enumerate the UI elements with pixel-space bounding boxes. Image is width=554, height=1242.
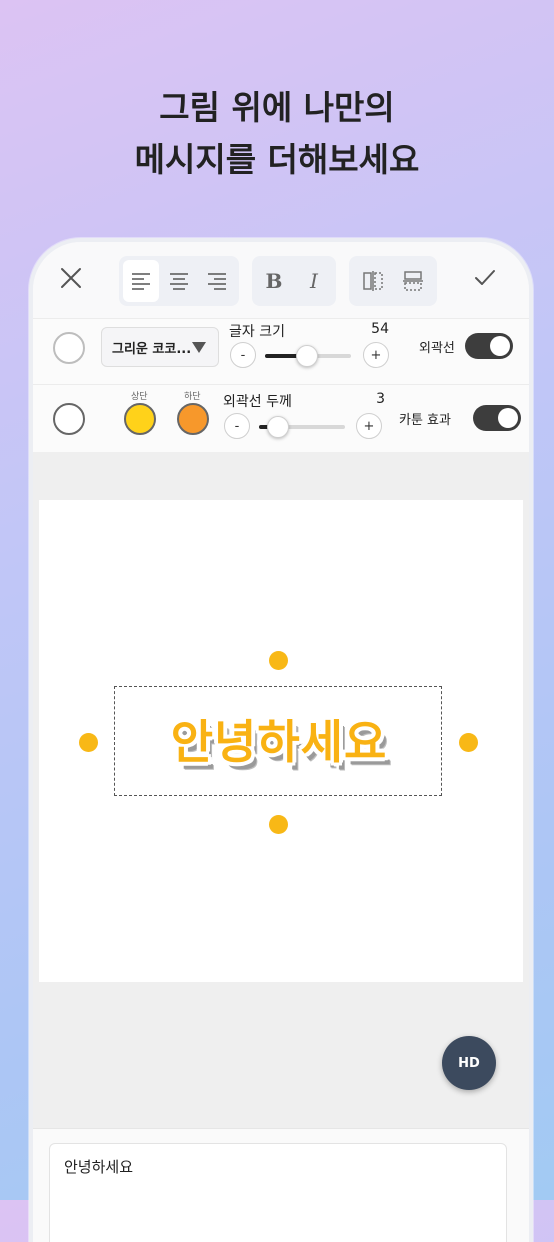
font-size-label: 글자 크기 <box>229 324 285 340</box>
text-color-swatch[interactable] <box>53 332 85 364</box>
color-settings-row: 상단 하단 외곽선 두께 3 - + 카툰 효과 <box>33 384 529 453</box>
stroke-width-increase-button[interactable]: + <box>356 413 382 439</box>
flip-horizontal-icon <box>363 271 383 291</box>
text-sticker[interactable]: 안녕하세요 <box>119 694 439 790</box>
resize-handle-left[interactable] <box>79 733 98 752</box>
plus-label: + <box>363 418 375 434</box>
close-icon <box>61 268 81 288</box>
text-style-group: B I <box>252 256 336 306</box>
check-icon <box>475 270 495 285</box>
hd-button[interactable]: HD <box>442 1036 496 1090</box>
stroke-width-label: 외곽선 두께 <box>223 394 292 410</box>
bold-label: B <box>265 269 283 293</box>
resize-handle-right[interactable] <box>459 733 478 752</box>
cartoon-effect-label: 카툰 효과 <box>399 413 451 428</box>
font-select[interactable]: 그리운 코코... <box>101 327 219 367</box>
align-left-icon <box>132 273 150 290</box>
bottom-color-swatch[interactable] <box>177 403 209 435</box>
stroke-width-slider-thumb[interactable] <box>267 416 289 438</box>
flip-group <box>349 256 437 306</box>
resize-handle-top[interactable] <box>269 651 288 670</box>
italic-label: I <box>310 269 318 293</box>
minus-label: - <box>240 347 246 363</box>
text-input-field[interactable]: 안녕하세요 <box>49 1143 507 1242</box>
align-center-icon <box>170 273 188 290</box>
alignment-group <box>119 256 239 306</box>
flip-vertical-icon <box>403 271 423 291</box>
align-left-button[interactable] <box>123 260 159 302</box>
editor-toolbar: B I <box>33 242 529 318</box>
stroke-width-decrease-button[interactable]: - <box>224 413 250 439</box>
minus-label: - <box>234 418 240 434</box>
dropdown-arrow-icon <box>192 342 206 353</box>
headline-line-2: 메시지를 더해보세요 <box>134 140 420 179</box>
align-right-icon <box>208 273 226 290</box>
headline: 그림 위에 나만의 메시지를 더해보세요 <box>0 82 554 186</box>
hd-label: HD <box>458 1055 480 1071</box>
headline-line-1: 그림 위에 나만의 <box>159 88 395 127</box>
plus-label: + <box>370 347 382 363</box>
outline-label: 외곽선 <box>419 341 455 356</box>
font-size-value: 54 <box>371 321 389 337</box>
resize-handle-bottom[interactable] <box>269 815 288 834</box>
stroke-width-value: 3 <box>376 391 385 407</box>
editor-screen: B I 그리운 코코... 글자 크기 54 - + 외곽선 상단 하단 외곽선… <box>33 242 529 1242</box>
top-color-swatch[interactable] <box>124 403 156 435</box>
flip-vertical-button[interactable] <box>395 260 431 302</box>
bold-button[interactable]: B <box>256 260 292 302</box>
text-input-value: 안녕하세요 <box>64 1158 134 1176</box>
font-select-value: 그리운 코코... <box>112 341 192 357</box>
outline-toggle-knob <box>490 336 510 356</box>
phone-frame: B I 그리운 코코... 글자 크기 54 - + 외곽선 상단 하단 외곽선… <box>29 238 533 1242</box>
font-settings-row: 그리운 코코... 글자 크기 54 - + 외곽선 <box>33 318 529 385</box>
cartoon-effect-toggle-knob <box>498 408 518 428</box>
align-center-button[interactable] <box>161 260 197 302</box>
close-button[interactable] <box>53 260 89 296</box>
outline-color-swatch[interactable] <box>53 403 85 435</box>
cartoon-effect-toggle[interactable] <box>473 405 521 431</box>
bottom-color-label: 하단 <box>184 392 201 402</box>
align-right-button[interactable] <box>199 260 235 302</box>
flip-horizontal-button[interactable] <box>355 260 391 302</box>
text-input-panel: 안녕하세요 <box>33 1128 529 1242</box>
font-size-increase-button[interactable]: + <box>363 342 389 368</box>
outline-toggle[interactable] <box>465 333 513 359</box>
font-size-decrease-button[interactable]: - <box>230 342 256 368</box>
italic-button[interactable]: I <box>296 260 332 302</box>
top-color-label: 상단 <box>131 392 148 402</box>
font-size-slider-thumb[interactable] <box>296 345 318 367</box>
confirm-button[interactable] <box>467 260 503 296</box>
